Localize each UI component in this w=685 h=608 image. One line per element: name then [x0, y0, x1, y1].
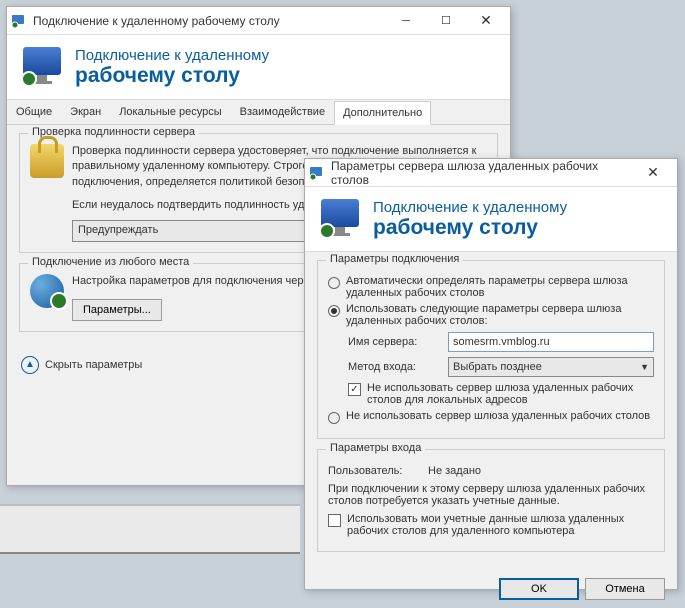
background-strip [0, 504, 300, 554]
group-title: Подключение из любого места [28, 256, 193, 268]
radio-dont-use[interactable]: Не использовать сервер шлюза удаленных р… [328, 410, 654, 424]
radio-icon [328, 305, 340, 317]
group-logon-params: Параметры входа Пользователь: Не задано … [317, 449, 665, 552]
banner: Подключение к удаленному рабочему столу [305, 187, 677, 252]
rdp-logo-icon [319, 197, 363, 241]
user-value: Не задано [428, 465, 481, 477]
tab-display[interactable]: Экран [61, 100, 110, 124]
chevron-up-icon: ▲ [21, 356, 39, 374]
banner-line2: рабочему столу [75, 64, 269, 88]
tab-advanced[interactable]: Дополнительно [334, 101, 431, 125]
checkbox-icon: ✓ [348, 383, 361, 396]
close-button[interactable]: ✕ [633, 160, 673, 186]
gateway-settings-window: Параметры сервера шлюза удаленных рабочи… [304, 158, 678, 590]
tab-general[interactable]: Общие [7, 100, 61, 124]
radio-icon [328, 277, 340, 289]
maximize-button[interactable]: ☐ [426, 8, 466, 34]
radio-icon [328, 412, 340, 424]
ok-button[interactable]: OK [499, 578, 579, 600]
banner-line1: Подключение к удаленному [373, 199, 567, 216]
globe-icon [30, 274, 64, 308]
radio-auto-detect[interactable]: Автоматически определять параметры серве… [328, 275, 654, 299]
logon-text: При подключении к этому серверу шлюза уд… [328, 483, 654, 507]
window-controls: ✕ [633, 160, 673, 186]
method-select[interactable]: Выбрать позднее ▼ [448, 357, 654, 377]
chevron-down-icon: ▼ [640, 362, 649, 372]
window-title: Подключение к удаленному рабочему столу [33, 14, 386, 28]
method-label: Метод входа: [348, 361, 448, 373]
content-area: Параметры подключения Автоматически опре… [305, 252, 677, 570]
rdp-logo-icon [21, 45, 65, 89]
tab-experience[interactable]: Взаимодействие [231, 100, 334, 124]
app-icon [11, 13, 27, 29]
checkbox-share-creds[interactable]: Использовать мои учетные данные шлюза уд… [328, 513, 654, 537]
banner-line1: Подключение к удаленному [75, 47, 269, 64]
group-title: Параметры входа [326, 442, 425, 454]
lock-icon [30, 144, 64, 178]
button-row: OK Отмена [305, 570, 677, 608]
banner: Подключение к удаленному рабочему столу [7, 35, 510, 100]
checkbox-icon [328, 514, 341, 527]
close-button[interactable]: ✕ [466, 8, 506, 34]
tabs: Общие Экран Локальные ресурсы Взаимодейс… [7, 100, 510, 125]
banner-line2: рабочему столу [373, 216, 567, 240]
user-label: Пользователь: [328, 465, 428, 477]
tab-local-resources[interactable]: Локальные ресурсы [110, 100, 230, 124]
cancel-button[interactable]: Отмена [585, 578, 665, 600]
group-title: Параметры подключения [326, 253, 463, 265]
checkbox-bypass-local[interactable]: ✓ Не использовать сервер шлюза удаленных… [348, 382, 654, 406]
settings-button[interactable]: Параметры... [72, 299, 162, 321]
group-connection-params: Параметры подключения Автоматически опре… [317, 260, 665, 439]
server-input[interactable]: somesrm.vmblog.ru [448, 332, 654, 352]
titlebar[interactable]: Подключение к удаленному рабочему столу … [7, 7, 510, 35]
app-icon [309, 165, 325, 181]
window-title: Параметры сервера шлюза удаленных рабочи… [331, 159, 633, 187]
minimize-button[interactable]: ─ [386, 8, 426, 34]
titlebar[interactable]: Параметры сервера шлюза удаленных рабочи… [305, 159, 677, 187]
window-controls: ─ ☐ ✕ [386, 8, 506, 34]
server-label: Имя сервера: [348, 336, 448, 348]
radio-use-settings[interactable]: Использовать следующие параметры сервера… [328, 303, 654, 327]
